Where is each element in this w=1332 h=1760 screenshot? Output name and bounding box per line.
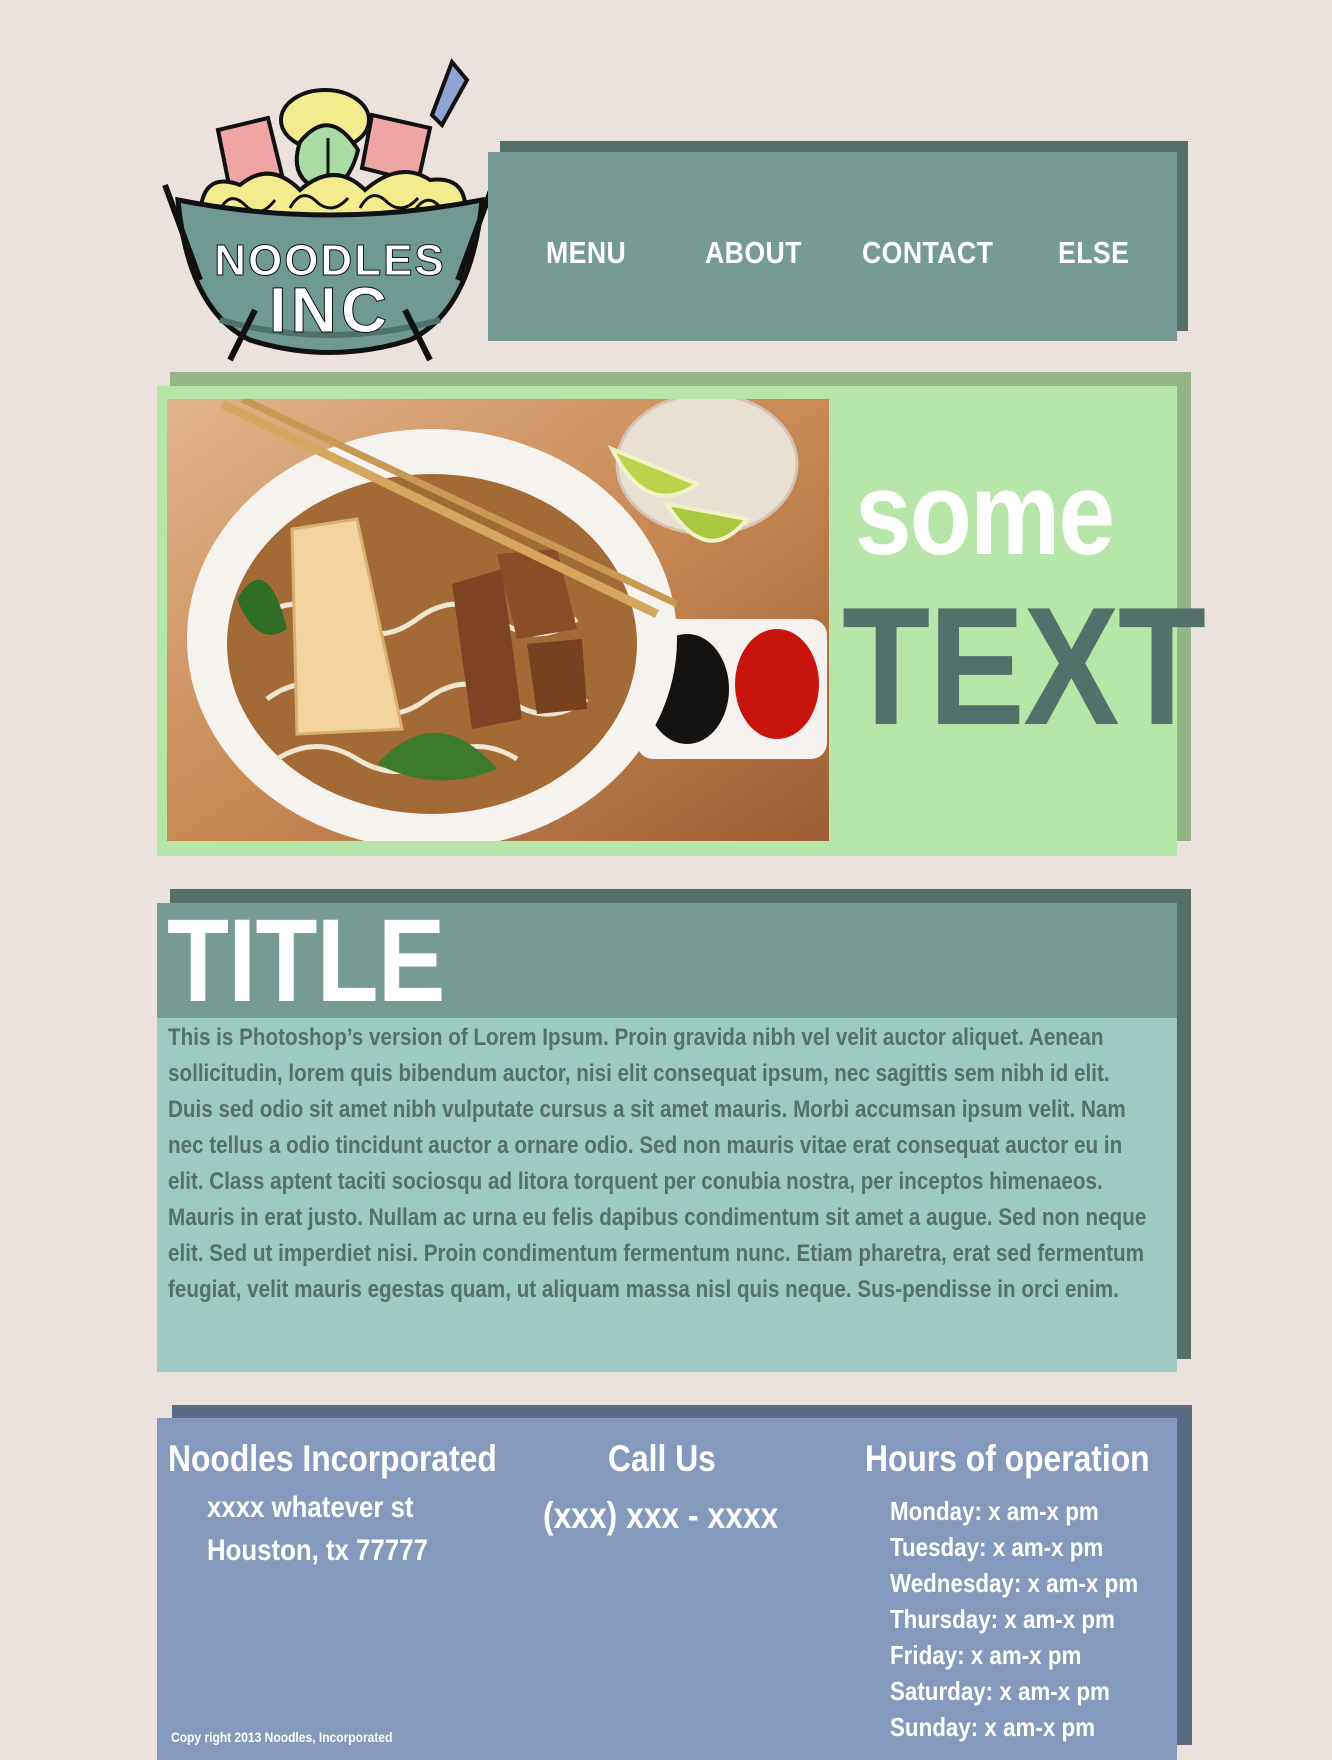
footer-copyright: Copy right 2013 Noodles, Incorporated	[171, 1729, 393, 1745]
main-nav: MENU ABOUT CONTACT ELSE	[488, 152, 1177, 341]
hours-thursday: Thursday: x am-x pm	[890, 1604, 1115, 1634]
hours-wednesday: Wednesday: x am-x pm	[890, 1568, 1139, 1598]
noodle-soup-photo	[167, 399, 829, 841]
footer-company-name: Noodles Incorporated	[168, 1438, 497, 1479]
hours-tuesday: Tuesday: x am-x pm	[890, 1532, 1104, 1562]
noodle-bowl-logo[interactable]: NOODLES INC	[160, 50, 500, 365]
hours-saturday: Saturday: x am-x pm	[890, 1676, 1110, 1706]
nav-item-contact[interactable]: CONTACT	[862, 235, 993, 271]
hero-line2: TEXT	[842, 572, 1206, 760]
footer-phone-link[interactable]: (xxx) xxx - xxxx	[543, 1497, 778, 1534]
nav-item-menu[interactable]: MENU	[546, 235, 626, 271]
footer-call-title: Call Us	[608, 1438, 716, 1479]
footer-address-line1: xxxx whatever st	[207, 1491, 414, 1524]
footer-hours-title: Hours of operation	[865, 1438, 1150, 1479]
logo-line2: INC	[269, 274, 391, 346]
hours-friday: Friday: x am-x pm	[890, 1640, 1082, 1670]
hours-sunday: Sunday: x am-x pm	[890, 1712, 1096, 1742]
content-paragraph: This is Photoshop’s version of Lorem Ips…	[168, 1024, 1147, 1303]
content-title: TITLE	[167, 895, 445, 1027]
nav-item-else[interactable]: ELSE	[1058, 235, 1129, 271]
footer-address-line2: Houston, tx 77777	[207, 1534, 428, 1567]
hero-line1: some	[855, 448, 1115, 580]
hours-monday: Monday: x am-x pm	[890, 1496, 1099, 1526]
nav-item-about[interactable]: ABOUT	[705, 235, 802, 271]
